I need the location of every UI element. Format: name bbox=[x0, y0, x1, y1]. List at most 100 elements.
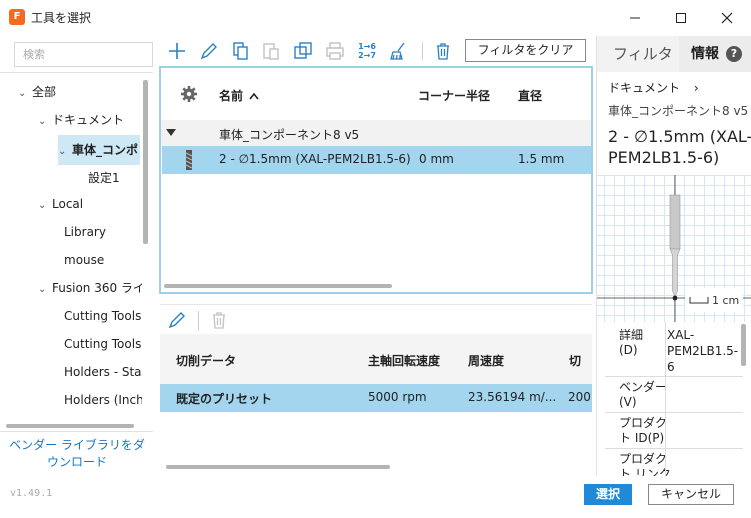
tree-item-library[interactable]: Library bbox=[64, 219, 106, 245]
sort-ascending-icon bbox=[249, 92, 259, 100]
renumber-icon[interactable]: 1→6 2→7 bbox=[355, 40, 379, 62]
tree-item-label: Local bbox=[52, 197, 84, 211]
tree-item-local[interactable]: ⌄ Local bbox=[38, 191, 83, 217]
details-column-divider bbox=[665, 322, 666, 476]
drill-tool-icon bbox=[185, 150, 193, 170]
scale-bar-icon bbox=[689, 297, 709, 304]
tree-vertical-scrollbar[interactable] bbox=[143, 80, 148, 244]
clean-broom-icon[interactable] bbox=[388, 40, 410, 62]
column-header-name-label: 名前 bbox=[219, 89, 244, 103]
detail-row-vendor: ベンダー (V) bbox=[605, 377, 743, 413]
preset-table-header: 切削データ 主軸回転速度 周速度 切 bbox=[160, 334, 592, 384]
tree-item-label: mouse bbox=[64, 253, 105, 267]
breadcrumb[interactable]: ドキュメント › bbox=[608, 79, 699, 96]
edit-pencil-icon[interactable] bbox=[198, 40, 220, 62]
column-header-spindle-speed[interactable]: 主軸回転速度 bbox=[368, 352, 440, 369]
tab-info[interactable]: 情報 ? bbox=[679, 36, 751, 72]
library-tree: ⌄ 全部 ⌄ ドキュメント ⌄ 車体_コンポ 設定1 ⌄ Local Library m… bbox=[0, 72, 153, 432]
fusion-app-icon: F bbox=[9, 9, 25, 25]
column-header-cutting-data[interactable]: 切削データ bbox=[176, 352, 236, 369]
add-icon[interactable] bbox=[166, 40, 188, 62]
tool-diameter-cell: 1.5 mm bbox=[518, 152, 565, 166]
clear-filter-button[interactable]: フィルタをクリア bbox=[465, 39, 586, 62]
preset-spindle-cell: 5000 rpm bbox=[368, 390, 427, 404]
tree-item-component[interactable]: ⌄ 車体_コンポ bbox=[58, 135, 140, 165]
detail-label: ベンダー (V) bbox=[619, 380, 668, 409]
edit-preset-pencil-icon[interactable] bbox=[166, 309, 188, 331]
breadcrumb-document[interactable]: ドキュメント bbox=[608, 81, 680, 95]
tool-details-table: 詳細 (D) XAL-PEM2LB1.5-6 ベンダー (V) プロダクト ID… bbox=[605, 322, 743, 476]
tool-row[interactable]: 2 - ∅1.5mm (XAL-PEM2LB1.5-6) 0 mm 1.5 mm bbox=[162, 146, 591, 174]
tree-item-label: 車体_コンポ bbox=[72, 143, 139, 157]
chevron-down-icon[interactable]: ⌄ bbox=[18, 81, 32, 105]
tree-item-label: 全部 bbox=[32, 85, 57, 99]
tree-item-cutting-tools-1[interactable]: Cutting Tools bbox=[64, 303, 142, 329]
maximize-button[interactable] bbox=[658, 4, 704, 32]
detail-label: プロダクト ID(P) bbox=[619, 416, 668, 445]
tree-item-fusion360[interactable]: ⌄ Fusion 360 ライ bbox=[38, 275, 142, 301]
title-bar: F 工具を選択 bbox=[0, 0, 751, 36]
tree-item-label: Holders - Sta bbox=[64, 365, 142, 379]
tool-table-horizontal-scrollbar[interactable] bbox=[164, 284, 392, 288]
preset-table: 切削データ 主軸回転速度 周速度 切 既定のプリセット 5000 rpm 23.… bbox=[160, 334, 592, 474]
download-vendor-library-link[interactable]: ベンダー ライブラリをダウンロード bbox=[4, 437, 150, 471]
info-subtitle: 車体_コンポーネント8 v5 bbox=[608, 104, 749, 118]
tree-item-holders-inch[interactable]: Holders (Inch bbox=[64, 387, 142, 413]
select-button[interactable]: 選択 bbox=[584, 484, 632, 505]
help-icon[interactable]: ? bbox=[726, 46, 742, 62]
chevron-down-icon[interactable]: ⌄ bbox=[58, 137, 72, 165]
toolbar-divider bbox=[198, 311, 199, 331]
tool-group-label: 車体_コンポーネント8 v5 bbox=[219, 128, 360, 142]
tree-item-label: Holders (Inch bbox=[64, 393, 142, 407]
column-header-corner-radius[interactable]: コーナー半径 bbox=[418, 87, 490, 104]
tree-item-all[interactable]: ⌄ 全部 bbox=[18, 79, 56, 105]
detail-row-description: 詳細 (D) XAL-PEM2LB1.5-6 bbox=[605, 322, 743, 377]
toolbar-divider bbox=[422, 42, 423, 60]
tool-table: 名前 コーナー半径 直径 車体_コンポーネント8 v5 2 - ∅1.5mm (… bbox=[159, 66, 593, 294]
duplicate-icon[interactable] bbox=[292, 40, 314, 62]
column-header-surface-speed[interactable]: 周速度 bbox=[468, 352, 504, 369]
collapse-triangle-icon[interactable] bbox=[166, 129, 176, 137]
tool-name-cell: 2 - ∅1.5mm (XAL-PEM2LB1.5-6) bbox=[219, 152, 411, 166]
info-title: 2 - ∅1.5mm (XAL-PEM2LB1.5-6) bbox=[608, 127, 751, 167]
detail-label: プロダクト リンク bbox=[619, 452, 671, 476]
window-title: 工具を選択 bbox=[31, 11, 92, 25]
chevron-right-icon: › bbox=[693, 81, 699, 95]
chevron-down-icon[interactable]: ⌄ bbox=[38, 277, 52, 301]
tree-item-setup1[interactable]: 設定1 bbox=[88, 165, 120, 191]
info-panel: フィルタ 情報 ? ドキュメント › 車体_コンポーネント8 v5 2 - ∅1… bbox=[596, 36, 751, 476]
print-icon bbox=[326, 42, 344, 60]
tree-item-cutting-tools-2[interactable]: Cutting Tools bbox=[64, 331, 142, 357]
chevron-down-icon[interactable]: ⌄ bbox=[38, 193, 52, 217]
detail-row-product-id: プロダクト ID(P) bbox=[605, 413, 743, 449]
scale-label: 1 cm bbox=[712, 294, 740, 307]
tree-item-mouse[interactable]: mouse bbox=[64, 247, 104, 273]
copy-icon[interactable] bbox=[230, 40, 252, 62]
paste-icon bbox=[263, 43, 279, 60]
tool-corner-radius-cell: 0 mm bbox=[419, 152, 454, 166]
delete-preset-trash-icon bbox=[213, 312, 225, 329]
tab-filter[interactable]: フィルタ bbox=[597, 36, 679, 72]
tree-item-holders-standard[interactable]: Holders - Sta bbox=[64, 359, 142, 385]
preset-surface-speed-cell: 23.56194 m/... bbox=[468, 390, 557, 404]
cancel-button[interactable]: キャンセル bbox=[648, 484, 734, 505]
details-vertical-scrollbar[interactable] bbox=[741, 324, 746, 366]
tree-item-document[interactable]: ⌄ ドキュメント bbox=[38, 107, 124, 133]
library-search-input[interactable] bbox=[14, 42, 153, 67]
column-header-name[interactable]: 名前 bbox=[219, 87, 259, 104]
gear-icon[interactable] bbox=[180, 85, 198, 103]
preset-row[interactable]: 既定のプリセット 5000 rpm 23.56194 m/... 200 bbox=[160, 384, 592, 412]
preset-table-horizontal-scrollbar[interactable] bbox=[166, 465, 390, 469]
column-header-diameter[interactable]: 直径 bbox=[518, 87, 542, 104]
tree-item-label: 設定1 bbox=[88, 171, 120, 185]
chevron-down-icon[interactable]: ⌄ bbox=[38, 109, 52, 133]
renumber-top: 1→6 bbox=[358, 42, 376, 51]
tree-horizontal-scrollbar[interactable] bbox=[6, 424, 134, 428]
tree-item-label: Cutting Tools bbox=[64, 309, 142, 323]
delete-trash-icon[interactable] bbox=[432, 40, 454, 62]
close-button[interactable] bbox=[704, 4, 750, 32]
minimize-button[interactable] bbox=[612, 4, 658, 32]
tool-group-row[interactable]: 車体_コンポーネント8 v5 bbox=[161, 120, 591, 146]
preset-name-cell: 既定のプリセット bbox=[176, 392, 273, 406]
column-header-feed[interactable]: 切 bbox=[569, 352, 581, 369]
